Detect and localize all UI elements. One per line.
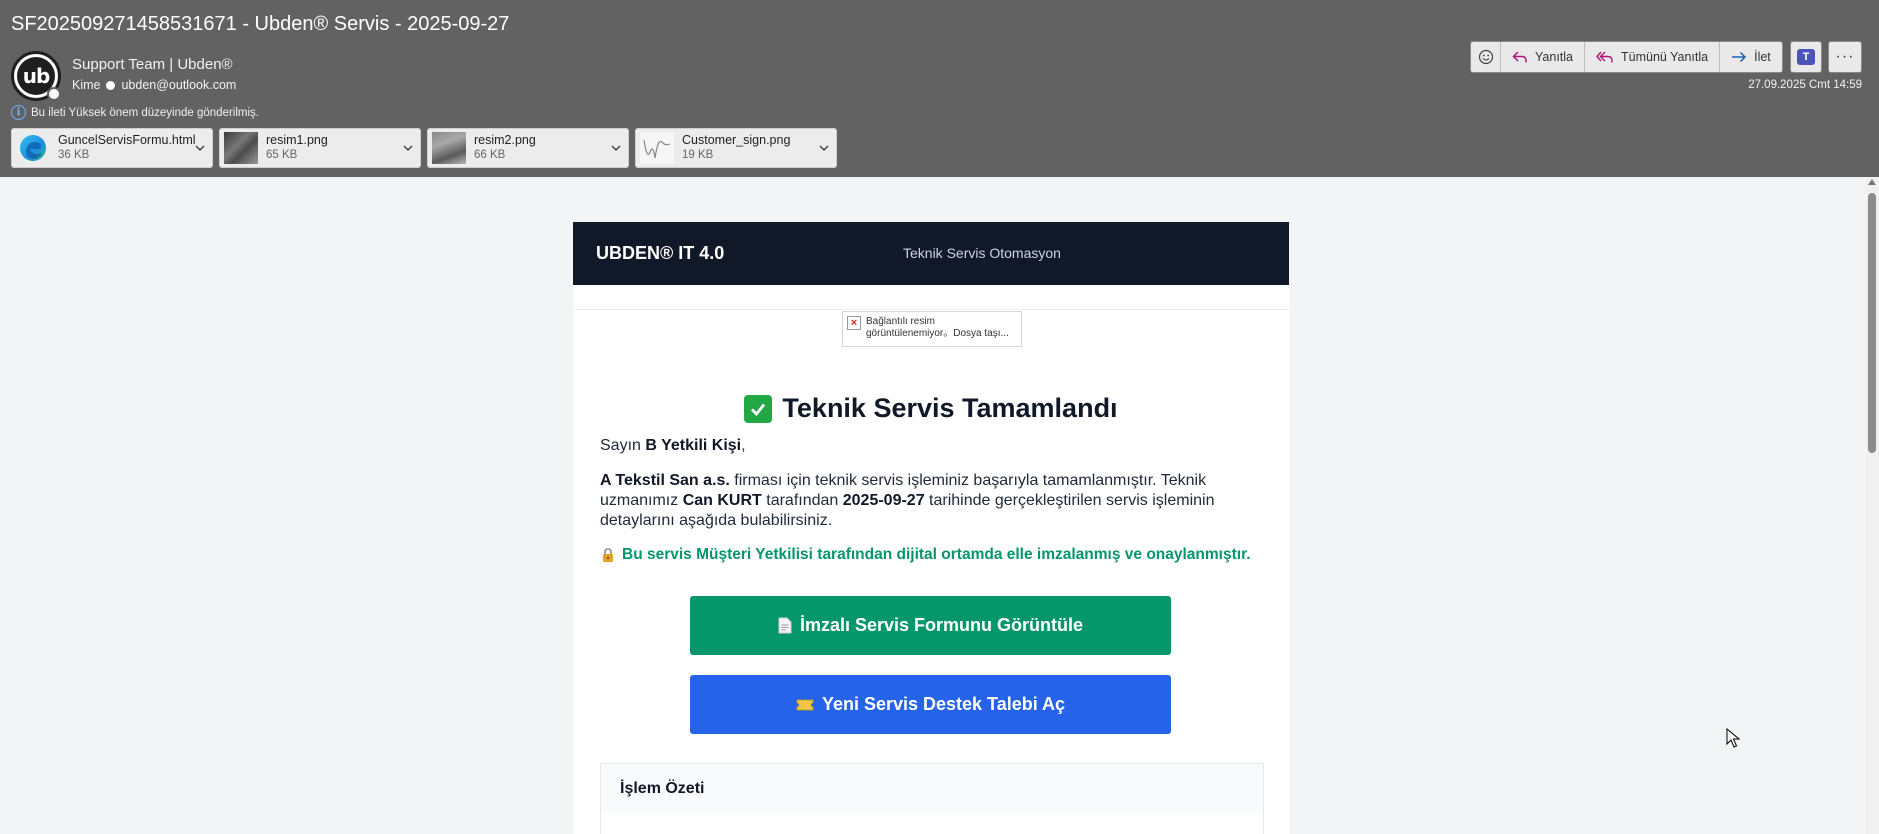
- message-date: 27.09.2025 Cmt 14:59: [1748, 79, 1862, 91]
- ticket-icon: [796, 699, 814, 710]
- message-actions-toolbar: Yanıtla Tümünü Yanıtla İlet: [1470, 41, 1783, 73]
- service-date: 2025-09-27: [842, 492, 925, 509]
- brand-tagline: Teknik Servis Otomasyon: [903, 245, 1061, 261]
- technician-name: Can KURT: [682, 492, 762, 509]
- scroll-up-arrow-icon[interactable]: [1868, 179, 1876, 185]
- attachment-name: GuncelServisFormu.html: [58, 133, 196, 147]
- attachment-size: 36 KB: [58, 149, 90, 161]
- chevron-down-icon[interactable]: [402, 141, 414, 155]
- to-label: Kime: [72, 78, 101, 92]
- importance-text: Bu ileti Yüksek önem düzeyinde gönderilm…: [31, 106, 259, 119]
- attachment-size: 19 KB: [682, 149, 714, 161]
- greeting: Sayın B Yetkili Kişi,: [600, 436, 1264, 456]
- attachment-list: GuncelServisFormu.html 36 KB resim1.png …: [11, 128, 837, 168]
- reply-label: Yanıtla: [1535, 50, 1573, 64]
- document-icon: [778, 617, 792, 634]
- message-subject: SF202509271458531671 - Ubden® Servis - 2…: [11, 13, 510, 35]
- recipient-presence-icon: [106, 80, 116, 90]
- attachment-name: Customer_sign.png: [682, 133, 791, 147]
- image-thumbnail: [224, 131, 258, 165]
- title-text: Teknik Servis Tamamlandı: [782, 393, 1118, 423]
- teams-icon: T: [1797, 49, 1815, 65]
- info-icon: i: [11, 105, 26, 120]
- email-card: UBDEN® IT 4.0 Teknik Servis Otomasyon × …: [573, 222, 1289, 834]
- signature-thumbnail: [640, 131, 674, 165]
- attachment-item[interactable]: resim2.png 66 KB: [427, 128, 629, 168]
- reply-all-label: Tümünü Yanıtla: [1621, 50, 1709, 64]
- edge-icon: [16, 131, 50, 165]
- reply-button[interactable]: Yanıtla: [1501, 42, 1585, 72]
- attachment-name: resim2.png: [474, 133, 536, 147]
- attachment-item[interactable]: resim1.png 65 KB: [219, 128, 421, 168]
- email-header-bar: UBDEN® IT 4.0 Teknik Servis Otomasyon: [573, 222, 1289, 285]
- view-signed-form-label: İmzalı Servis Formunu Görüntüle: [799, 615, 1084, 635]
- view-signed-form-button[interactable]: İmzalı Servis Formunu Görüntüle: [690, 596, 1171, 655]
- image-thumbnail: [432, 131, 466, 165]
- recipient-row: Kime ubden@outlook.com: [72, 78, 236, 92]
- sender-name[interactable]: Support Team | Ubden®: [72, 56, 233, 73]
- reply-all-icon: [1596, 51, 1613, 63]
- intro-paragraph: A Tekstil San a.s. firması için teknik s…: [600, 471, 1264, 531]
- forward-label: İlet: [1754, 50, 1771, 64]
- more-icon: ···: [1835, 48, 1855, 65]
- signed-notice-text: Bu servis Müşteri Yetkilisi tarafından d…: [622, 546, 1251, 563]
- summary-section: İşlem Özeti: [600, 763, 1264, 834]
- attachment-size: 66 KB: [474, 149, 506, 161]
- greeting-name: B Yetkili Kişi: [645, 437, 742, 454]
- email-title: Teknik Servis Tamamlandı: [573, 393, 1289, 424]
- attachment-item[interactable]: GuncelServisFormu.html 36 KB: [11, 128, 213, 168]
- mouse-cursor-icon: [1726, 728, 1740, 748]
- chevron-down-icon[interactable]: [818, 141, 830, 155]
- broken-image-icon: ×: [847, 316, 861, 330]
- reply-all-button[interactable]: Tümünü Yanıtla: [1585, 42, 1721, 72]
- more-actions-button[interactable]: ···: [1828, 41, 1862, 73]
- emoji-reaction-button[interactable]: [1471, 42, 1501, 72]
- importance-notice: i Bu ileti Yüksek önem düzeyinde gönderi…: [11, 105, 259, 120]
- message-header: SF202509271458531671 - Ubden® Servis - 2…: [0, 0, 1879, 177]
- teams-button[interactable]: T: [1790, 41, 1822, 73]
- greeting-suffix: ,: [741, 437, 746, 454]
- forward-icon: [1732, 51, 1747, 63]
- lock-icon: [603, 548, 613, 562]
- brand-name: UBDEN® IT 4.0: [596, 243, 725, 263]
- emoji-icon: [1478, 49, 1493, 65]
- summary-body: [601, 813, 1263, 834]
- check-mark-icon: [744, 394, 773, 423]
- chevron-down-icon[interactable]: [610, 141, 622, 155]
- new-support-ticket-label: Yeni Servis Destek Talebi Aç: [821, 694, 1066, 714]
- greeting-prefix: Sayın: [600, 437, 641, 454]
- signed-notice: Bu servis Müşteri Yetkilisi tarafından d…: [600, 546, 1280, 564]
- presence-status-icon: [47, 87, 61, 101]
- broken-image-text: Bağlantılı resim görüntülenemiyor。Dosya …: [866, 316, 1009, 339]
- company-name: A Tekstil San a.s.: [600, 472, 730, 489]
- vertical-scrollbar[interactable]: [1866, 177, 1879, 834]
- scrollbar-thumb[interactable]: [1868, 193, 1876, 453]
- attachment-name: resim1.png: [266, 133, 328, 147]
- recipient-address[interactable]: ubden@outlook.com: [121, 78, 236, 92]
- body-text-2: tarafından: [761, 492, 843, 509]
- reply-icon: [1512, 51, 1527, 63]
- attachment-item[interactable]: Customer_sign.png 19 KB: [635, 128, 837, 168]
- chevron-down-icon[interactable]: [194, 141, 206, 155]
- attachment-size: 65 KB: [266, 149, 298, 161]
- summary-title: İşlem Özeti: [620, 780, 705, 797]
- forward-button[interactable]: İlet: [1720, 42, 1782, 72]
- new-support-ticket-button[interactable]: Yeni Servis Destek Talebi Aç: [690, 675, 1171, 734]
- divider: [573, 309, 1289, 310]
- broken-image-placeholder: × Bağlantılı resim görüntülenemiyor。Dosy…: [842, 311, 1022, 347]
